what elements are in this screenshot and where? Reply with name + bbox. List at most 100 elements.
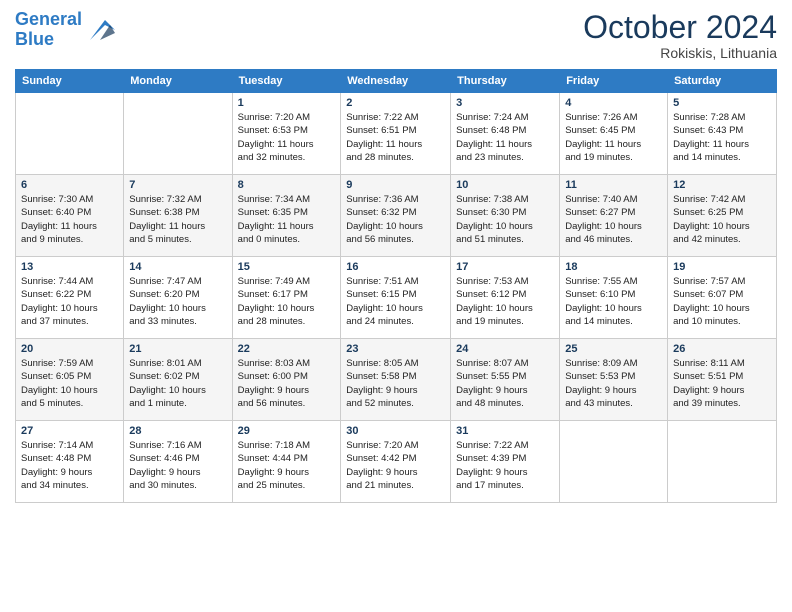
day-cell: 18Sunrise: 7:55 AM Sunset: 6:10 PM Dayli… — [560, 257, 668, 339]
day-info: Sunrise: 7:53 AM Sunset: 6:12 PM Dayligh… — [456, 276, 533, 327]
title-block: October 2024 Rokiskis, Lithuania — [583, 10, 777, 61]
day-cell — [16, 93, 124, 175]
day-cell — [668, 421, 777, 503]
weekday-sunday: Sunday — [16, 70, 124, 93]
day-number: 17 — [456, 261, 554, 273]
day-number: 28 — [129, 425, 226, 437]
day-info: Sunrise: 7:26 AM Sunset: 6:45 PM Dayligh… — [565, 112, 641, 163]
day-info: Sunrise: 7:20 AM Sunset: 6:53 PM Dayligh… — [238, 112, 314, 163]
day-cell: 17 Sunrise: 7:53 AM Sunset: 6:12 PM Dayli… — [451, 257, 560, 339]
day-cell — [560, 421, 668, 503]
day-cell: 4 Sunrise: 7:26 AM Sunset: 6:45 PM Daylig… — [560, 93, 668, 175]
day-number: 26 — [673, 343, 771, 355]
day-number: 19 — [673, 261, 771, 273]
day-number: 21 — [129, 343, 226, 355]
day-number: 8 — [238, 179, 336, 191]
day-cell: 22 Sunrise: 8:03 AM Sunset: 6:00 PM Dayli… — [232, 339, 341, 421]
day-number: 2 — [346, 97, 445, 109]
day-cell: 28 Sunrise: 7:16 AM Sunset: 4:46 PM Dayli… — [124, 421, 232, 503]
day-number: 22 — [238, 343, 336, 355]
day-info: Sunrise: 7:40 AM Sunset: 6:27 PM Dayligh… — [565, 194, 642, 245]
day-number: 20 — [21, 343, 118, 355]
day-info: Sunrise: 7:28 AM Sunset: 6:43 PM Dayligh… — [673, 112, 749, 163]
day-cell: 13 Sunrise: 7:44 AM Sunset: 6:22 PM Dayli… — [16, 257, 124, 339]
day-info: Sunrise: 8:07 AM Sunset: 5:55 PM Dayligh… — [456, 358, 528, 409]
weekday-tuesday: Tuesday — [232, 70, 341, 93]
day-number: 12 — [673, 179, 771, 191]
day-cell: 26Sunrise: 8:11 AM Sunset: 5:51 PM Dayli… — [668, 339, 777, 421]
day-cell: 25 Sunrise: 8:09 AM Sunset: 5:53 PM Dayli… — [560, 339, 668, 421]
day-number: 5 — [673, 97, 771, 109]
day-cell: 5 Sunrise: 7:28 AM Sunset: 6:43 PM Daylig… — [668, 93, 777, 175]
day-number: 29 — [238, 425, 336, 437]
day-cell: 8 Sunrise: 7:34 AM Sunset: 6:35 PM Daylig… — [232, 175, 341, 257]
day-number: 23 — [346, 343, 445, 355]
week-row-5: 27 Sunrise: 7:14 AM Sunset: 4:48 PM Dayli… — [16, 421, 777, 503]
week-row-1: 1 Sunrise: 7:20 AM Sunset: 6:53 PM Daylig… — [16, 93, 777, 175]
day-cell: 1 Sunrise: 7:20 AM Sunset: 6:53 PM Daylig… — [232, 93, 341, 175]
page-container: General Blue October 2024 Rokiskis, Lith… — [0, 0, 792, 513]
week-row-2: 6Sunrise: 7:30 AM Sunset: 6:40 PM Daylig… — [16, 175, 777, 257]
day-info: Sunrise: 7:22 AM Sunset: 4:39 PM Dayligh… — [456, 440, 528, 491]
day-number: 7 — [129, 179, 226, 191]
day-info: Sunrise: 7:18 AM Sunset: 4:44 PM Dayligh… — [238, 440, 310, 491]
location: Rokiskis, Lithuania — [583, 45, 777, 61]
day-cell: 14Sunrise: 7:47 AM Sunset: 6:20 PM Dayli… — [124, 257, 232, 339]
day-info: Sunrise: 8:09 AM Sunset: 5:53 PM Dayligh… — [565, 358, 637, 409]
week-row-3: 13 Sunrise: 7:44 AM Sunset: 6:22 PM Dayli… — [16, 257, 777, 339]
day-info: Sunrise: 7:42 AM Sunset: 6:25 PM Dayligh… — [673, 194, 750, 245]
day-info: Sunrise: 7:16 AM Sunset: 4:46 PM Dayligh… — [129, 440, 201, 491]
day-number: 30 — [346, 425, 445, 437]
day-number: 13 — [21, 261, 118, 273]
day-info: Sunrise: 7:14 AM Sunset: 4:48 PM Dayligh… — [21, 440, 93, 491]
day-info: Sunrise: 7:44 AM Sunset: 6:22 PM Dayligh… — [21, 276, 98, 327]
day-number: 1 — [238, 97, 336, 109]
day-cell: 3Sunrise: 7:24 AM Sunset: 6:48 PM Daylig… — [451, 93, 560, 175]
day-info: Sunrise: 7:59 AM Sunset: 6:05 PM Dayligh… — [21, 358, 98, 409]
logo-text: General Blue — [15, 10, 82, 50]
day-info: Sunrise: 8:05 AM Sunset: 5:58 PM Dayligh… — [346, 358, 418, 409]
day-info: Sunrise: 7:34 AM Sunset: 6:35 PM Dayligh… — [238, 194, 314, 245]
day-number: 25 — [565, 343, 662, 355]
day-cell — [124, 93, 232, 175]
day-info: Sunrise: 7:57 AM Sunset: 6:07 PM Dayligh… — [673, 276, 750, 327]
day-number: 4 — [565, 97, 662, 109]
day-info: Sunrise: 7:20 AM Sunset: 4:42 PM Dayligh… — [346, 440, 418, 491]
weekday-monday: Monday — [124, 70, 232, 93]
day-number: 14 — [129, 261, 226, 273]
day-cell: 12 Sunrise: 7:42 AM Sunset: 6:25 PM Dayli… — [668, 175, 777, 257]
day-cell: 2Sunrise: 7:22 AM Sunset: 6:51 PM Daylig… — [341, 93, 451, 175]
weekday-saturday: Saturday — [668, 70, 777, 93]
day-cell: 9Sunrise: 7:36 AM Sunset: 6:32 PM Daylig… — [341, 175, 451, 257]
day-number: 10 — [456, 179, 554, 191]
day-number: 27 — [21, 425, 118, 437]
day-info: Sunrise: 7:51 AM Sunset: 6:15 PM Dayligh… — [346, 276, 423, 327]
calendar-table: SundayMondayTuesdayWednesdayThursdayFrid… — [15, 69, 777, 503]
day-cell: 24 Sunrise: 8:07 AM Sunset: 5:55 PM Dayli… — [451, 339, 560, 421]
weekday-thursday: Thursday — [451, 70, 560, 93]
weekday-header-row: SundayMondayTuesdayWednesdayThursdayFrid… — [16, 70, 777, 93]
day-cell: 27 Sunrise: 7:14 AM Sunset: 4:48 PM Dayli… — [16, 421, 124, 503]
day-cell: 29 Sunrise: 7:18 AM Sunset: 4:44 PM Dayli… — [232, 421, 341, 503]
day-number: 16 — [346, 261, 445, 273]
day-info: Sunrise: 7:32 AM Sunset: 6:38 PM Dayligh… — [129, 194, 205, 245]
day-info: Sunrise: 7:24 AM Sunset: 6:48 PM Dayligh… — [456, 112, 532, 163]
day-cell: 6Sunrise: 7:30 AM Sunset: 6:40 PM Daylig… — [16, 175, 124, 257]
weekday-friday: Friday — [560, 70, 668, 93]
day-cell: 23 Sunrise: 8:05 AM Sunset: 5:58 PM Dayli… — [341, 339, 451, 421]
day-number: 24 — [456, 343, 554, 355]
day-info: Sunrise: 7:55 AM Sunset: 6:10 PM Dayligh… — [565, 276, 642, 327]
day-cell: 21 Sunrise: 8:01 AM Sunset: 6:02 PM Dayli… — [124, 339, 232, 421]
day-cell: 20 Sunrise: 7:59 AM Sunset: 6:05 PM Dayli… — [16, 339, 124, 421]
day-info: Sunrise: 8:03 AM Sunset: 6:00 PM Dayligh… — [238, 358, 310, 409]
day-cell: 15Sunrise: 7:49 AM Sunset: 6:17 PM Dayli… — [232, 257, 341, 339]
day-info: Sunrise: 8:01 AM Sunset: 6:02 PM Dayligh… — [129, 358, 206, 409]
day-cell: 11Sunrise: 7:40 AM Sunset: 6:27 PM Dayli… — [560, 175, 668, 257]
day-info: Sunrise: 7:36 AM Sunset: 6:32 PM Dayligh… — [346, 194, 423, 245]
weekday-wednesday: Wednesday — [341, 70, 451, 93]
day-info: Sunrise: 7:30 AM Sunset: 6:40 PM Dayligh… — [21, 194, 97, 245]
day-number: 31 — [456, 425, 554, 437]
day-info: Sunrise: 7:49 AM Sunset: 6:17 PM Dayligh… — [238, 276, 315, 327]
month-title: October 2024 — [583, 10, 777, 45]
day-info: Sunrise: 7:38 AM Sunset: 6:30 PM Dayligh… — [456, 194, 533, 245]
